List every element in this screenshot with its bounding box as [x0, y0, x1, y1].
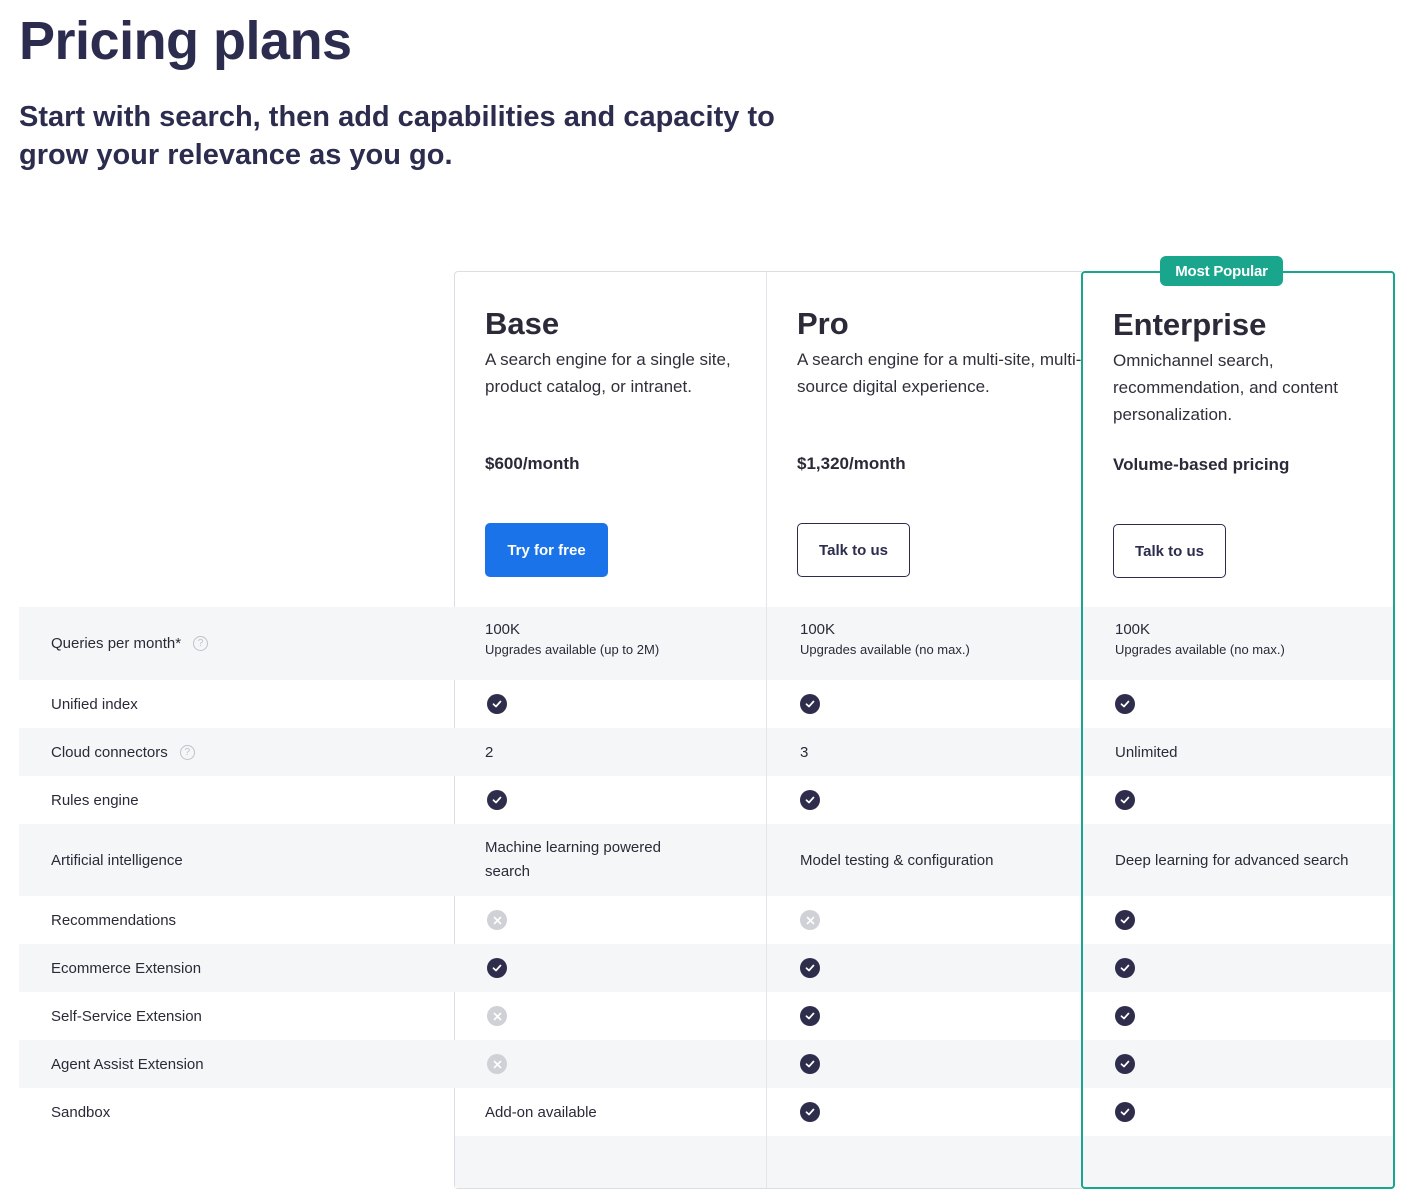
feature-value: Model testing & configuration [800, 851, 994, 869]
feature-label: Sandbox [51, 1088, 110, 1136]
feature-value: 2 [485, 743, 494, 761]
feature-label-text: Rules engine [51, 791, 139, 809]
feature-label: Unified index [51, 680, 138, 728]
checkmark-icon [487, 790, 507, 810]
feature-label: Rules engine [51, 776, 139, 824]
checkmark-icon [487, 958, 507, 978]
feature-cell: 100K Upgrades available (no max.) [800, 621, 970, 657]
feature-cell [800, 958, 820, 978]
plan-name: Base [485, 306, 560, 341]
feature-cell: 2 [485, 728, 493, 776]
feature-label-text: Agent Assist Extension [51, 1055, 204, 1073]
feature-label-text: Queries per month* [51, 635, 182, 652]
checkmark-icon [800, 958, 820, 978]
checkmark-icon [487, 694, 507, 714]
enterprise-highlight-frame [1081, 271, 1395, 1189]
feature-label: Cloud connectors? [51, 728, 195, 776]
feature-label-text: Artificial intelligence [51, 851, 183, 869]
feature-value: 3 [800, 743, 809, 761]
checkmark-icon [800, 1054, 820, 1074]
feature-label-text: Ecommerce Extension [51, 959, 202, 977]
feature-cell [800, 1054, 820, 1074]
feature-cell [487, 694, 507, 714]
feature-cell: 3 [800, 728, 808, 776]
feature-value-note: Upgrades available (no max.) [800, 642, 970, 657]
feature-cell: Model testing & configuration [800, 824, 993, 896]
feature-value: Add-on available [485, 1103, 597, 1121]
cross-icon [800, 910, 820, 930]
feature-value: 100K [485, 621, 521, 638]
checkmark-icon [800, 1006, 820, 1026]
feature-cell [800, 910, 820, 930]
feature-label-text: Unified index [51, 695, 138, 713]
feature-cell [487, 1006, 507, 1026]
feature-cell [487, 910, 507, 930]
column-divider [766, 272, 767, 1188]
help-icon[interactable]: ? [193, 636, 209, 651]
feature-cell [487, 790, 507, 810]
feature-label-text: Recommendations [51, 911, 177, 929]
help-icon[interactable]: ? [179, 744, 195, 760]
feature-cell: 100K Upgrades available (up to 2M) [485, 621, 659, 657]
feature-cell: Machine learning powered search [485, 836, 685, 884]
plan-price: $1,320/month [797, 454, 906, 473]
cross-icon [487, 910, 507, 930]
plan-price: $600/month [485, 454, 580, 473]
feature-label-text: Cloud connectors [51, 743, 168, 761]
feature-value: Machine learning powered search [485, 839, 661, 880]
feature-cell [800, 1102, 820, 1122]
pricing-table: Queries per month*? 100K Upgrades availabl… [0, 0, 1411, 1204]
feature-label: Artificial intelligence [51, 824, 183, 896]
plan-base-header: Base A search engine for a single site, … [485, 306, 775, 400]
feature-label: Queries per month*? [51, 607, 209, 680]
feature-cell: Add-on available [485, 1088, 597, 1136]
try-for-free-button[interactable]: Try for free [485, 523, 608, 577]
feature-label-text: Self-Service Extension [51, 1007, 202, 1025]
feature-cell [800, 1006, 820, 1026]
feature-value: 100K [800, 621, 836, 638]
feature-label: Agent Assist Extension [51, 1040, 204, 1088]
plan-description: A search engine for a multi-site, multi-… [797, 350, 1082, 396]
plan-pro-header: Pro A search engine for a multi-site, mu… [797, 306, 1087, 400]
feature-label-text: Sandbox [51, 1103, 111, 1121]
checkmark-icon [800, 790, 820, 810]
cross-icon [487, 1054, 507, 1074]
feature-label: Ecommerce Extension [51, 944, 201, 992]
plan-name: Pro [797, 306, 849, 341]
feature-cell [800, 694, 820, 714]
feature-label: Self-Service Extension [51, 992, 202, 1040]
cross-icon [487, 1006, 507, 1026]
checkmark-icon [800, 694, 820, 714]
most-popular-badge: Most Popular [1160, 256, 1283, 286]
checkmark-icon [800, 1102, 820, 1122]
plan-description: A search engine for a single site, produ… [485, 350, 731, 396]
feature-value-note: Upgrades available (up to 2M) [485, 642, 660, 657]
feature-label: Recommendations [51, 896, 176, 944]
talk-to-us-button-pro[interactable]: Talk to us [797, 523, 910, 577]
feature-cell [800, 790, 820, 810]
feature-cell [487, 1054, 507, 1074]
feature-cell [487, 958, 507, 978]
